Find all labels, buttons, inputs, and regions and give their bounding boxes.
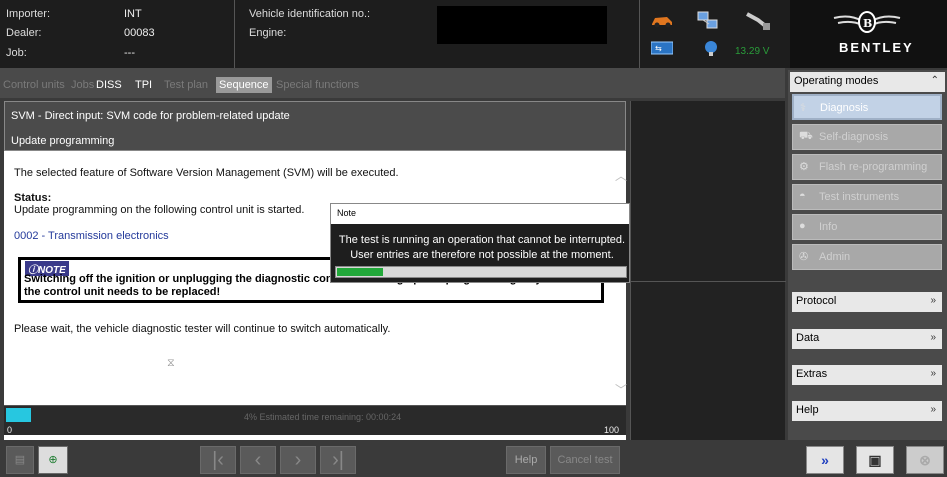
- tab-jobs[interactable]: Jobs: [71, 79, 94, 91]
- previous-icon[interactable]: ‹: [240, 446, 276, 474]
- progress-estimate: 4% Estimated time remaining: 00:00:24: [244, 412, 402, 422]
- mode-flash-label: Flash re-programming: [819, 161, 928, 173]
- next-icon[interactable]: ›: [280, 446, 316, 474]
- section-help-label: Help: [796, 404, 819, 416]
- scroll-up-icon[interactable]: ︿: [615, 167, 627, 184]
- dialog-line-1: The test is running an operation that ca…: [338, 234, 626, 246]
- section-protocol[interactable]: Protocol »: [792, 292, 942, 312]
- expand-icon: »: [930, 404, 936, 415]
- dealer-value: 00083: [124, 27, 155, 39]
- svg-text:⇆: ⇆: [655, 44, 662, 53]
- car-icon[interactable]: [650, 14, 674, 28]
- engine-label: Engine:: [249, 27, 287, 39]
- info-icon: ●: [799, 220, 806, 232]
- tab-special-functions[interactable]: Special functions: [276, 79, 359, 91]
- tab-diss[interactable]: DISS: [96, 79, 122, 91]
- progress-fill: [6, 408, 31, 422]
- bottom-toolbar: [0, 440, 785, 477]
- info-bulb-icon[interactable]: [704, 41, 718, 57]
- collapse-icon[interactable]: ⌃: [931, 75, 939, 86]
- dialog-message: The test is running an operation that ca…: [337, 233, 627, 263]
- close-icon[interactable]: ⊗: [906, 446, 944, 474]
- header-bar: Importer: INT Dealer: 00083 Job: --- Veh…: [0, 0, 947, 68]
- usb-icon[interactable]: ⇆: [650, 41, 674, 55]
- tab-sequence[interactable]: Sequence: [216, 77, 272, 93]
- status-text: Update programming on the following cont…: [14, 204, 305, 216]
- section-data[interactable]: Data »: [792, 329, 942, 349]
- control-unit-link[interactable]: 0002 - Transmission electronics: [14, 230, 169, 242]
- intro-text: The selected feature of Software Version…: [14, 167, 399, 179]
- pane-divider: [631, 281, 786, 282]
- test-subtitle: Update programming: [11, 135, 115, 147]
- progress-min: 0: [7, 425, 13, 435]
- job-label: Job:: [6, 47, 27, 59]
- vin-label: Vehicle identification no.:: [249, 8, 371, 20]
- mode-diagnosis[interactable]: ⚕ Diagnosis: [792, 94, 942, 120]
- mode-admin[interactable]: ✇ Admin: [792, 244, 942, 270]
- note-dialog: Note The test is running an operation th…: [330, 203, 630, 283]
- mode-flash-reprogramming[interactable]: ⚙ Flash re-programming: [792, 154, 942, 180]
- status-label: Status:: [14, 192, 52, 204]
- importer-value: INT: [124, 8, 142, 20]
- svg-text:B: B: [863, 17, 872, 30]
- expand-icon: »: [930, 295, 936, 306]
- screenshot-icon[interactable]: ▣: [856, 446, 894, 474]
- importer-label: Importer:: [6, 8, 51, 20]
- battery-voltage: 13.29 V: [735, 46, 770, 57]
- side-info-pane: [630, 101, 786, 441]
- mode-info[interactable]: ● Info: [792, 214, 942, 240]
- hourglass-icon: ⧖: [167, 357, 175, 369]
- expand-icon: »: [930, 368, 936, 379]
- meter-icon: ◓: [799, 190, 806, 202]
- operating-modes-title: Operating modes: [794, 75, 879, 87]
- last-icon[interactable]: ›|: [320, 446, 356, 474]
- mode-admin-label: Admin: [819, 251, 851, 263]
- chip-icon: ⚙: [799, 161, 809, 173]
- wait-text: Please wait, the vehicle diagnostic test…: [14, 323, 391, 335]
- dealer-info-panel: Importer: INT Dealer: 00083 Job: ---: [0, 0, 235, 68]
- mode-test-instruments-label: Test instruments: [819, 191, 900, 203]
- wrench-icon: ✇: [799, 251, 809, 263]
- tab-tpi[interactable]: TPI: [135, 79, 152, 91]
- mode-self-diagnosis[interactable]: ⛟ Self-diagnosis: [792, 124, 942, 150]
- vin-redacted-box: [437, 6, 607, 44]
- dialog-line-2: User entries are therefore not possible …: [350, 249, 614, 261]
- tab-control-units[interactable]: Control units: [3, 79, 65, 91]
- section-data-label: Data: [796, 332, 820, 344]
- cancel-test-button[interactable]: Cancel test: [550, 446, 620, 474]
- dialog-progress-bar: [335, 266, 627, 278]
- job-value: ---: [124, 47, 135, 59]
- mode-self-diagnosis-label: Self-diagnosis: [819, 131, 889, 143]
- tab-test-plan[interactable]: Test plan: [164, 79, 208, 91]
- forward-icon[interactable]: »: [806, 446, 844, 474]
- dealer-label: Dealer:: [6, 27, 42, 39]
- section-protocol-label: Protocol: [796, 295, 837, 307]
- note-line-2: the control unit needs to be replaced!: [24, 286, 221, 298]
- operating-modes-header[interactable]: Operating modes ⌃: [790, 72, 945, 92]
- section-extras-label: Extras: [796, 368, 828, 380]
- section-extras[interactable]: Extras »: [792, 365, 942, 385]
- section-help[interactable]: Help »: [792, 401, 942, 421]
- zoom-document-icon[interactable]: ⊕: [38, 446, 68, 474]
- expand-icon: »: [930, 332, 936, 343]
- mode-diagnosis-label: Diagnosis: [820, 102, 869, 114]
- document-icon[interactable]: ▤: [6, 446, 34, 474]
- car-icon: ⛟: [799, 130, 813, 142]
- first-icon[interactable]: |‹: [200, 446, 236, 474]
- dialog-title: Note: [331, 204, 629, 224]
- mode-info-label: Info: [819, 221, 838, 233]
- dialog-progress-fill: [337, 268, 384, 276]
- help-button[interactable]: Help: [506, 446, 546, 474]
- bentley-logo: B BENTLEY: [790, 0, 947, 68]
- network-icon[interactable]: [697, 10, 719, 32]
- stethoscope-icon: ⚕: [800, 102, 806, 114]
- progress-max: 100: [604, 425, 620, 435]
- test-title-bar: SVM - Direct input: SVM code for problem…: [4, 101, 626, 151]
- scroll-down-icon[interactable]: ﹀: [615, 381, 627, 398]
- test-title: SVM - Direct input: SVM code for problem…: [11, 110, 290, 122]
- test-progress-bar: 4% Estimated time remaining: 00:00:24 0 …: [4, 405, 626, 435]
- diagnostic-plug-icon[interactable]: [744, 10, 772, 32]
- mode-test-instruments[interactable]: ◓ Test instruments: [792, 184, 942, 210]
- brand-name: BENTLEY: [839, 40, 914, 55]
